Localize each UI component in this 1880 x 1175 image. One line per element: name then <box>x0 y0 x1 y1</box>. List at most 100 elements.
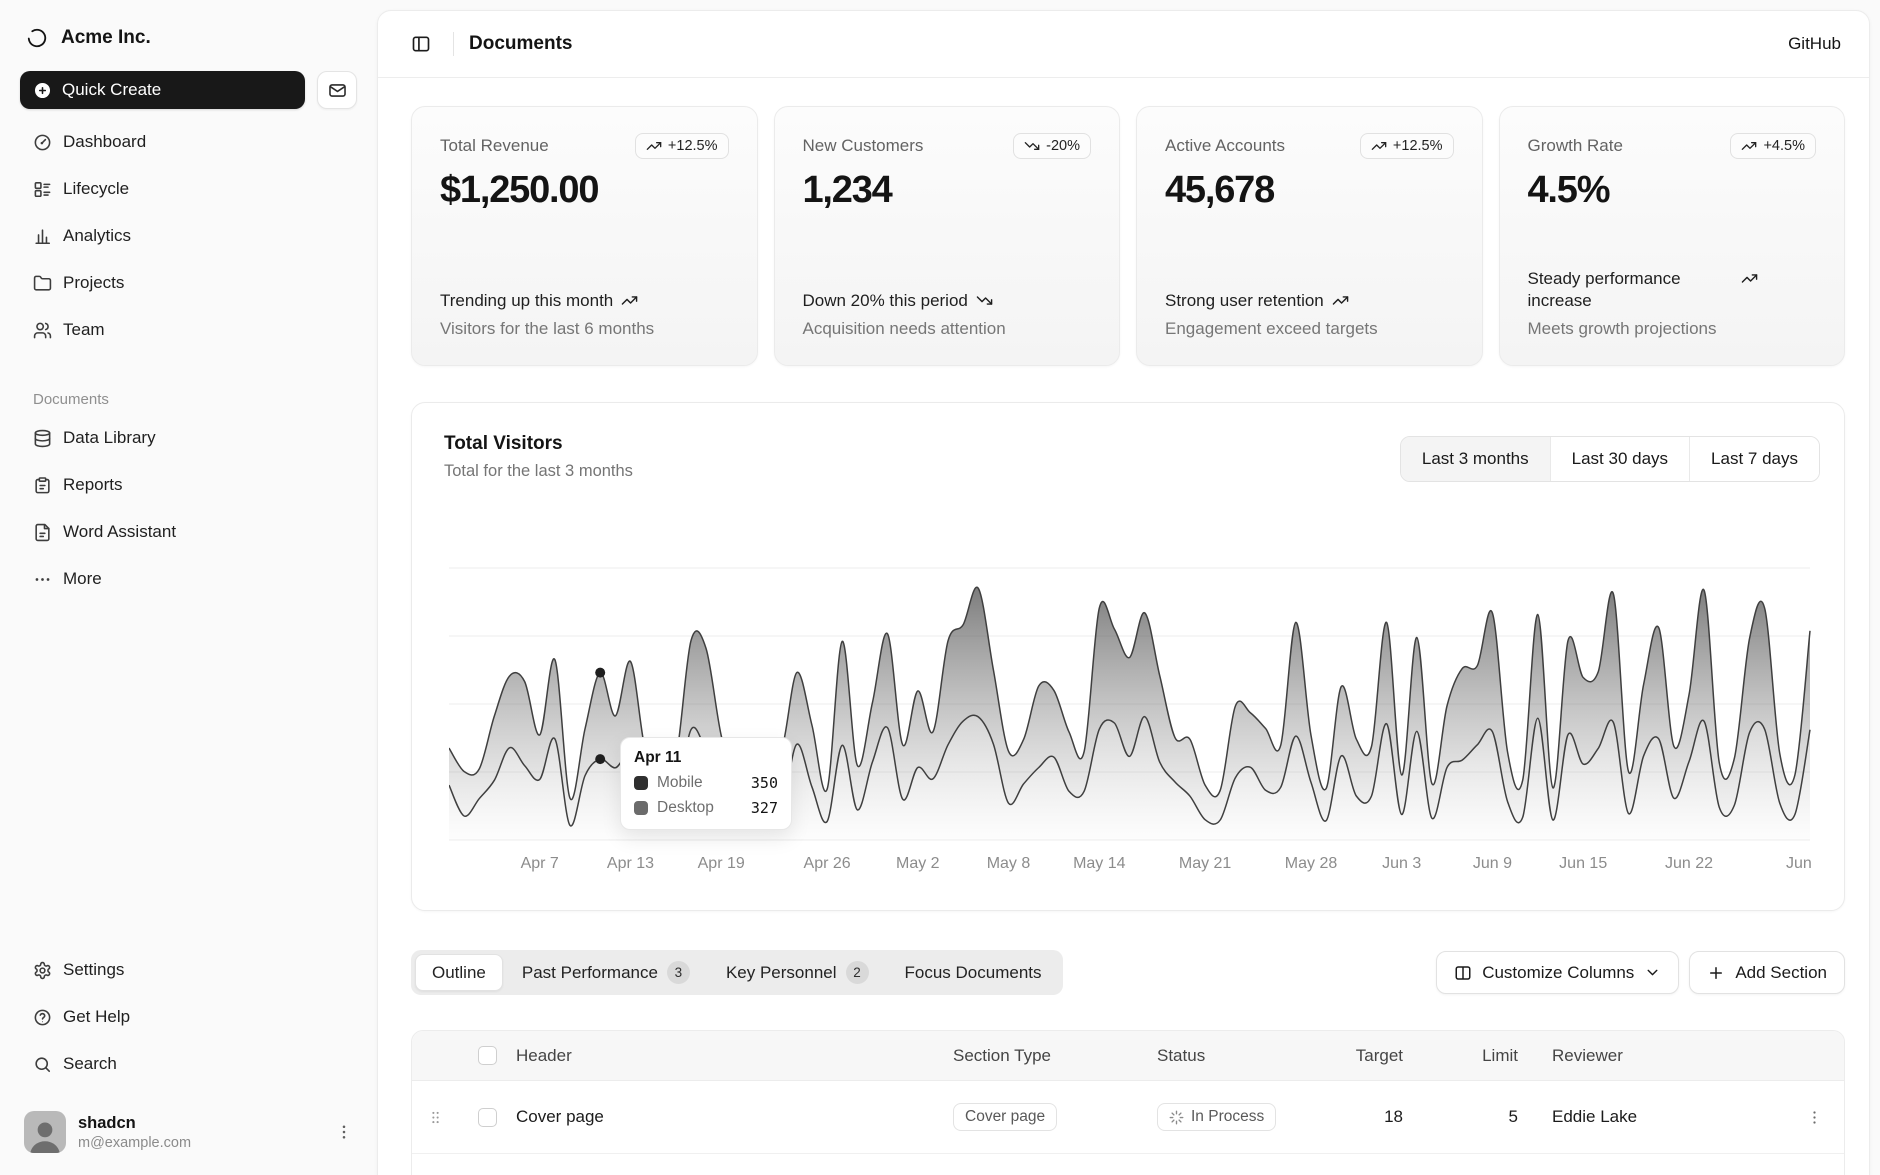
sidebar-item-label: Lifecycle <box>63 179 129 199</box>
sidebar-item-search[interactable]: Search <box>20 1044 357 1084</box>
stat-card-new-customers: New Customers -20% 1,234 Down 20% this p… <box>774 106 1121 366</box>
vertical-dots-icon[interactable] <box>335 1123 353 1141</box>
help-circle-icon <box>33 1008 52 1027</box>
add-section-button[interactable]: Add Section <box>1689 951 1845 994</box>
customize-columns-button[interactable]: Customize Columns <box>1436 951 1679 994</box>
plus-circle-icon <box>33 81 52 100</box>
sidebar-item-lifecycle[interactable]: Lifecycle <box>20 169 357 209</box>
tooltip-row-desktop: Desktop 327 <box>634 799 778 817</box>
col-section-type: Section Type <box>953 1046 1157 1066</box>
grip-vertical-icon <box>427 1109 444 1126</box>
stat-label: Growth Rate <box>1528 133 1623 156</box>
sidebar-item-label: More <box>63 569 102 589</box>
count-badge: 2 <box>846 961 869 984</box>
clipboard-icon <box>33 476 52 495</box>
tab-outline[interactable]: Outline <box>415 954 503 991</box>
cell-reviewer[interactable]: Eddie Lake <box>1552 1107 1784 1127</box>
svg-text:Jun 22: Jun 22 <box>1665 855 1713 872</box>
topbar: Documents GitHub <box>378 11 1869 78</box>
table-row: Cover page Cover page In Process 18 5 Ed… <box>412 1081 1844 1154</box>
stat-label: Total Revenue <box>440 133 549 156</box>
svg-text:Apr 7: Apr 7 <box>521 855 559 872</box>
sidebar: Acme Inc. Quick Create <box>0 0 377 1175</box>
columns-icon <box>1454 964 1472 982</box>
drag-handle[interactable] <box>412 1109 458 1126</box>
svg-text:Jun 3: Jun 3 <box>1382 855 1421 872</box>
plus-icon <box>1707 964 1725 982</box>
search-icon <box>33 1055 52 1074</box>
sidebar-item-dashboard[interactable]: Dashboard <box>20 122 357 162</box>
stat-footer-desc: Meets growth projections <box>1528 319 1817 339</box>
sidebar-item-word-assistant[interactable]: Word Assistant <box>20 512 357 552</box>
sidebar-item-reports[interactable]: Reports <box>20 465 357 505</box>
quick-create-label: Quick Create <box>62 80 161 100</box>
gauge-icon <box>33 133 52 152</box>
inbox-button[interactable] <box>317 71 357 109</box>
sidebar-item-get-help[interactable]: Get Help <box>20 997 357 1037</box>
sidebar-item-label: Word Assistant <box>63 522 176 542</box>
tab-key-personnel[interactable]: Key Personnel 2 <box>709 954 886 991</box>
stat-card-active-accounts: Active Accounts +12.5% 45,678 Strong use… <box>1136 106 1483 366</box>
desktop-swatch <box>634 801 648 815</box>
loader-icon <box>1169 1110 1184 1125</box>
page-title: Documents <box>469 33 572 55</box>
tab-last-3-months[interactable]: Last 3 months <box>1401 437 1550 481</box>
tab-past-performance[interactable]: Past Performance 3 <box>505 954 707 991</box>
sidebar-item-more[interactable]: More <box>20 559 357 599</box>
quick-create-button[interactable]: Quick Create <box>20 71 305 109</box>
sidebar-toggle-button[interactable] <box>404 27 438 61</box>
user-name: shadcn <box>78 1114 191 1133</box>
trend-badge: +12.5% <box>635 133 729 159</box>
github-link[interactable]: GitHub <box>1788 34 1841 54</box>
tooltip-date: Apr 11 <box>634 749 778 767</box>
tab-last-30-days[interactable]: Last 30 days <box>1550 437 1689 481</box>
divider <box>453 32 454 56</box>
sidebar-item-analytics[interactable]: Analytics <box>20 216 357 256</box>
cell-limit[interactable]: 5 <box>1437 1107 1552 1127</box>
vertical-dots-icon <box>1806 1109 1823 1126</box>
trending-down-icon <box>1024 138 1040 154</box>
visitors-chart-card: Total Visitors Total for the last 3 mont… <box>411 402 1845 911</box>
trending-down-icon <box>976 292 993 309</box>
sidebar-item-settings[interactable]: Settings <box>20 950 357 990</box>
stat-footer-desc: Acquisition needs attention <box>803 319 1092 339</box>
layout-list-icon <box>33 180 52 199</box>
avatar <box>24 1111 66 1153</box>
col-header: Header <box>516 1046 953 1066</box>
brand[interactable]: Acme Inc. <box>0 18 377 58</box>
sidebar-section-documents: Documents <box>0 391 377 408</box>
stat-footer-title: Down 20% this period <box>803 290 1092 312</box>
stat-footer-desc: Visitors for the last 6 months <box>440 319 729 339</box>
tab-focus-documents[interactable]: Focus Documents <box>888 954 1059 991</box>
sidebar-item-data-library[interactable]: Data Library <box>20 418 357 458</box>
trending-up-icon <box>1741 270 1758 287</box>
select-all-checkbox[interactable] <box>478 1046 497 1065</box>
cell-target[interactable]: 18 <box>1342 1107 1437 1127</box>
stat-label: Active Accounts <box>1165 133 1285 156</box>
tab-last-7-days[interactable]: Last 7 days <box>1689 437 1819 481</box>
main-nav: Dashboard Lifecycle Analytics <box>0 122 377 357</box>
sidebar-item-projects[interactable]: Projects <box>20 263 357 303</box>
col-target: Target <box>1342 1046 1437 1066</box>
trending-up-icon <box>1741 138 1757 154</box>
status-badge: In Process <box>1157 1103 1276 1131</box>
user-email: m@example.com <box>78 1135 191 1151</box>
row-checkbox[interactable] <box>478 1108 497 1127</box>
user-menu-trigger[interactable]: shadcn m@example.com <box>14 1103 363 1161</box>
mail-icon <box>328 81 347 100</box>
trend-badge: +4.5% <box>1730 133 1816 159</box>
ellipsis-icon <box>33 570 52 589</box>
file-text-icon <box>33 523 52 542</box>
stat-card-total-revenue: Total Revenue +12.5% $1,250.00 Trending … <box>411 106 758 366</box>
panel-left-icon <box>411 34 431 54</box>
chart-tooltip: Apr 11 Mobile 350 Desktop 327 <box>620 737 792 830</box>
users-icon <box>33 321 52 340</box>
sidebar-item-team[interactable]: Team <box>20 310 357 350</box>
svg-text:Jun 30: Jun 30 <box>1786 855 1814 872</box>
table-header-row: Header Section Type Status Target Limit … <box>412 1031 1844 1081</box>
svg-text:May 2: May 2 <box>896 855 940 872</box>
row-menu-button[interactable] <box>1784 1109 1844 1126</box>
stat-value: 1,234 <box>803 169 1092 212</box>
svg-text:Apr 13: Apr 13 <box>607 855 654 872</box>
table-row: Table of contents Table of contents Done… <box>412 1154 1844 1175</box>
